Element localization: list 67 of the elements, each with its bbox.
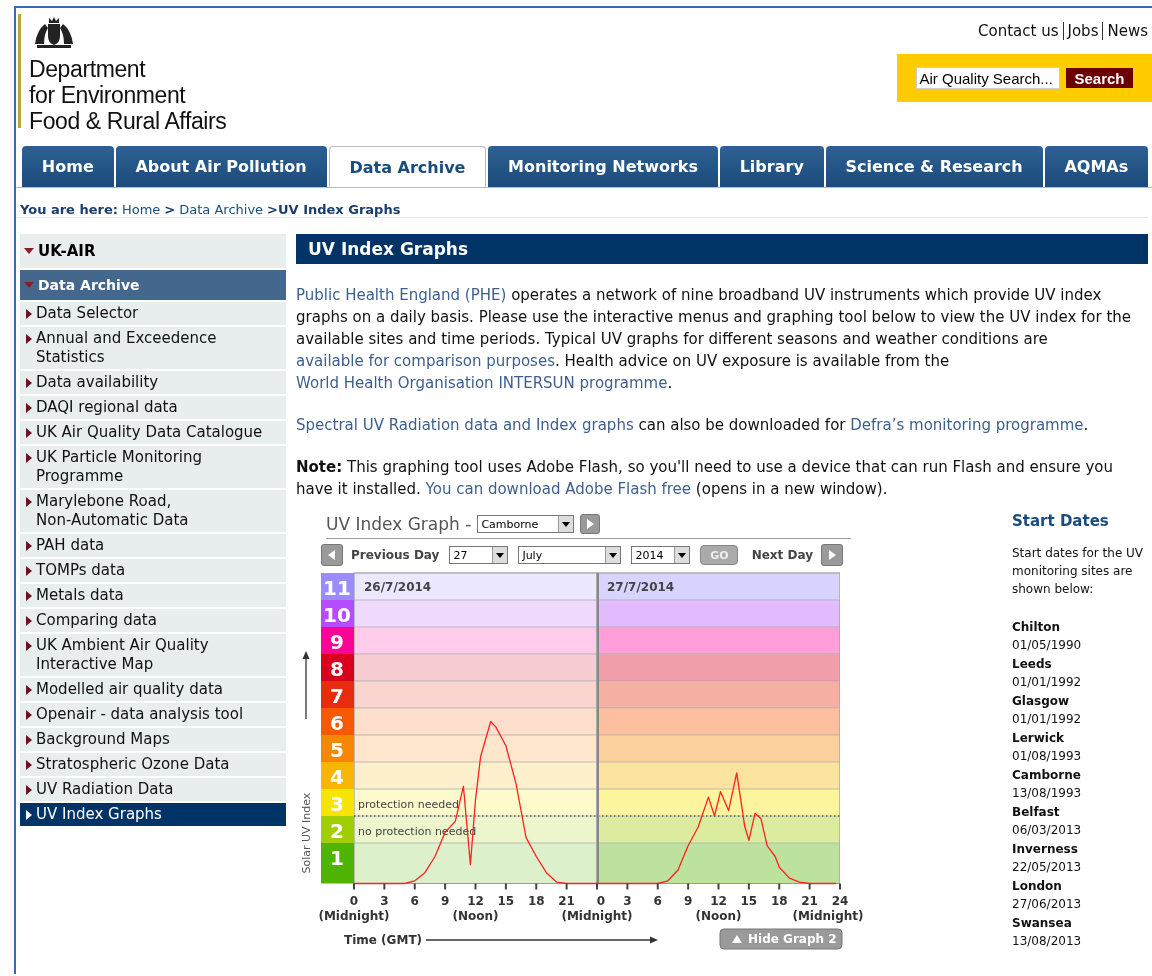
uv-level-label: 1	[330, 845, 344, 870]
x-tick-label: 0	[349, 893, 359, 908]
site-start-date: 27/06/2013	[1012, 896, 1083, 913]
uv-level-label: 10	[323, 602, 351, 627]
site-start-date: 01/05/1990	[1012, 637, 1083, 654]
site-start-date: 01/01/1992	[1012, 674, 1083, 691]
uv-level-label: 2	[330, 818, 344, 843]
day-label: 27/7/2014	[607, 580, 675, 594]
x-tick-label: 18	[527, 893, 545, 908]
x-tick-note: (Noon)	[695, 908, 742, 923]
uv-level-label: 8	[330, 656, 344, 681]
site-start-date: 13/08/2013	[1012, 933, 1083, 950]
x-tick-label: 12	[467, 893, 484, 908]
organisation-name: Department for Environment Food & Rural Affairs	[29, 56, 227, 134]
uv-level-label: 7	[330, 683, 344, 708]
start-dates-heading: Start Dates	[1012, 512, 1110, 530]
start-dates-intro: Start dates for the UV monitoring sites are shown below:	[1012, 545, 1145, 598]
x-tick-label: 18	[770, 893, 788, 908]
uv-level-label: 6	[330, 710, 344, 735]
site-name: Lerwick	[1012, 730, 1065, 747]
uv-level-label: 3	[330, 791, 344, 816]
site-start-date: 22/05/2013	[1012, 859, 1083, 876]
uv-level-label: 9	[330, 629, 344, 654]
site-name: Chilton	[1012, 619, 1062, 636]
uv-level-label: 5	[330, 737, 344, 762]
x-axis-title: Time (GMT)	[344, 932, 423, 947]
site-start-date: 01/08/1993	[1012, 748, 1083, 765]
paragraph: Public Health England (PHE) operates a network of nine broadband UV instruments which provide UV index graphs on a daily basis. Please use the interactive menus and graphing tool below to view the UV index for the available sites and time periods. Typical UV graphs for different seasons and weather conditions are available for comparison purposes. Health advice on UV exposure is available from the World Health Organisation INTERSUN programme.	[296, 285, 1133, 394]
x-tick-label: 21	[558, 893, 575, 908]
x-tick-label: 21	[801, 893, 818, 908]
uv-level-label: 4	[330, 764, 344, 789]
site-name: Belfast	[1012, 804, 1061, 821]
breadcrumb-separator: >	[164, 202, 176, 217]
site-name: Swansea	[1012, 915, 1073, 932]
breadcrumb-label: You are here:	[20, 202, 118, 217]
site-name: Camborne	[1012, 767, 1082, 784]
x-tick-label: 0	[596, 893, 606, 908]
paragraph: Note: This graphing tool uses Adobe Flash, so you'll need to use a device that can run Flash and ensure you have it installed. You can download Adobe Flash free (opens in a new window).	[296, 457, 1114, 500]
x-tick-label: 3	[380, 893, 389, 908]
site-name: London	[1012, 878, 1063, 895]
threshold-label: protection needed	[358, 798, 459, 811]
x-tick-note: (Midnight)	[561, 908, 633, 923]
site-start-date: 01/01/1992	[1012, 711, 1083, 728]
x-tick-note: (Midnight)	[792, 908, 864, 923]
graph-title: UV Index Graph -	[326, 514, 472, 534]
x-tick-label: 9	[440, 893, 450, 908]
x-tick-note: (Midnight)	[318, 908, 390, 923]
site-name: Glasgow	[1012, 693, 1071, 710]
uv-level-label: 11	[323, 575, 351, 600]
site-start-date: 06/03/2013	[1012, 822, 1083, 839]
page-heading: UV Index Graphs	[296, 234, 1148, 264]
breadcrumb-current: >UV Index Graphs	[267, 202, 401, 217]
x-tick-label: 6	[410, 893, 419, 908]
day-label: 26/7/2014	[364, 580, 432, 594]
x-tick-label: 12	[710, 893, 727, 908]
y-axis-title: Solar UV Index	[300, 792, 313, 874]
x-tick-label: 15	[497, 893, 515, 908]
x-tick-label: 6	[653, 893, 662, 908]
site-start-date: 13/08/1993	[1012, 785, 1083, 802]
x-tick-label: 15	[740, 893, 758, 908]
x-tick-label: 24	[831, 893, 849, 908]
x-tick-label: 9	[683, 893, 693, 908]
site-name: Leeds	[1012, 656, 1053, 673]
x-tick-label: 3	[623, 893, 632, 908]
site-name: Inverness	[1012, 841, 1079, 858]
x-tick-note: (Noon)	[452, 908, 499, 923]
paragraph: Spectral UV Radiation data and Index graphs can also be downloaded for Defra’s monitoring programme.	[296, 415, 1090, 436]
